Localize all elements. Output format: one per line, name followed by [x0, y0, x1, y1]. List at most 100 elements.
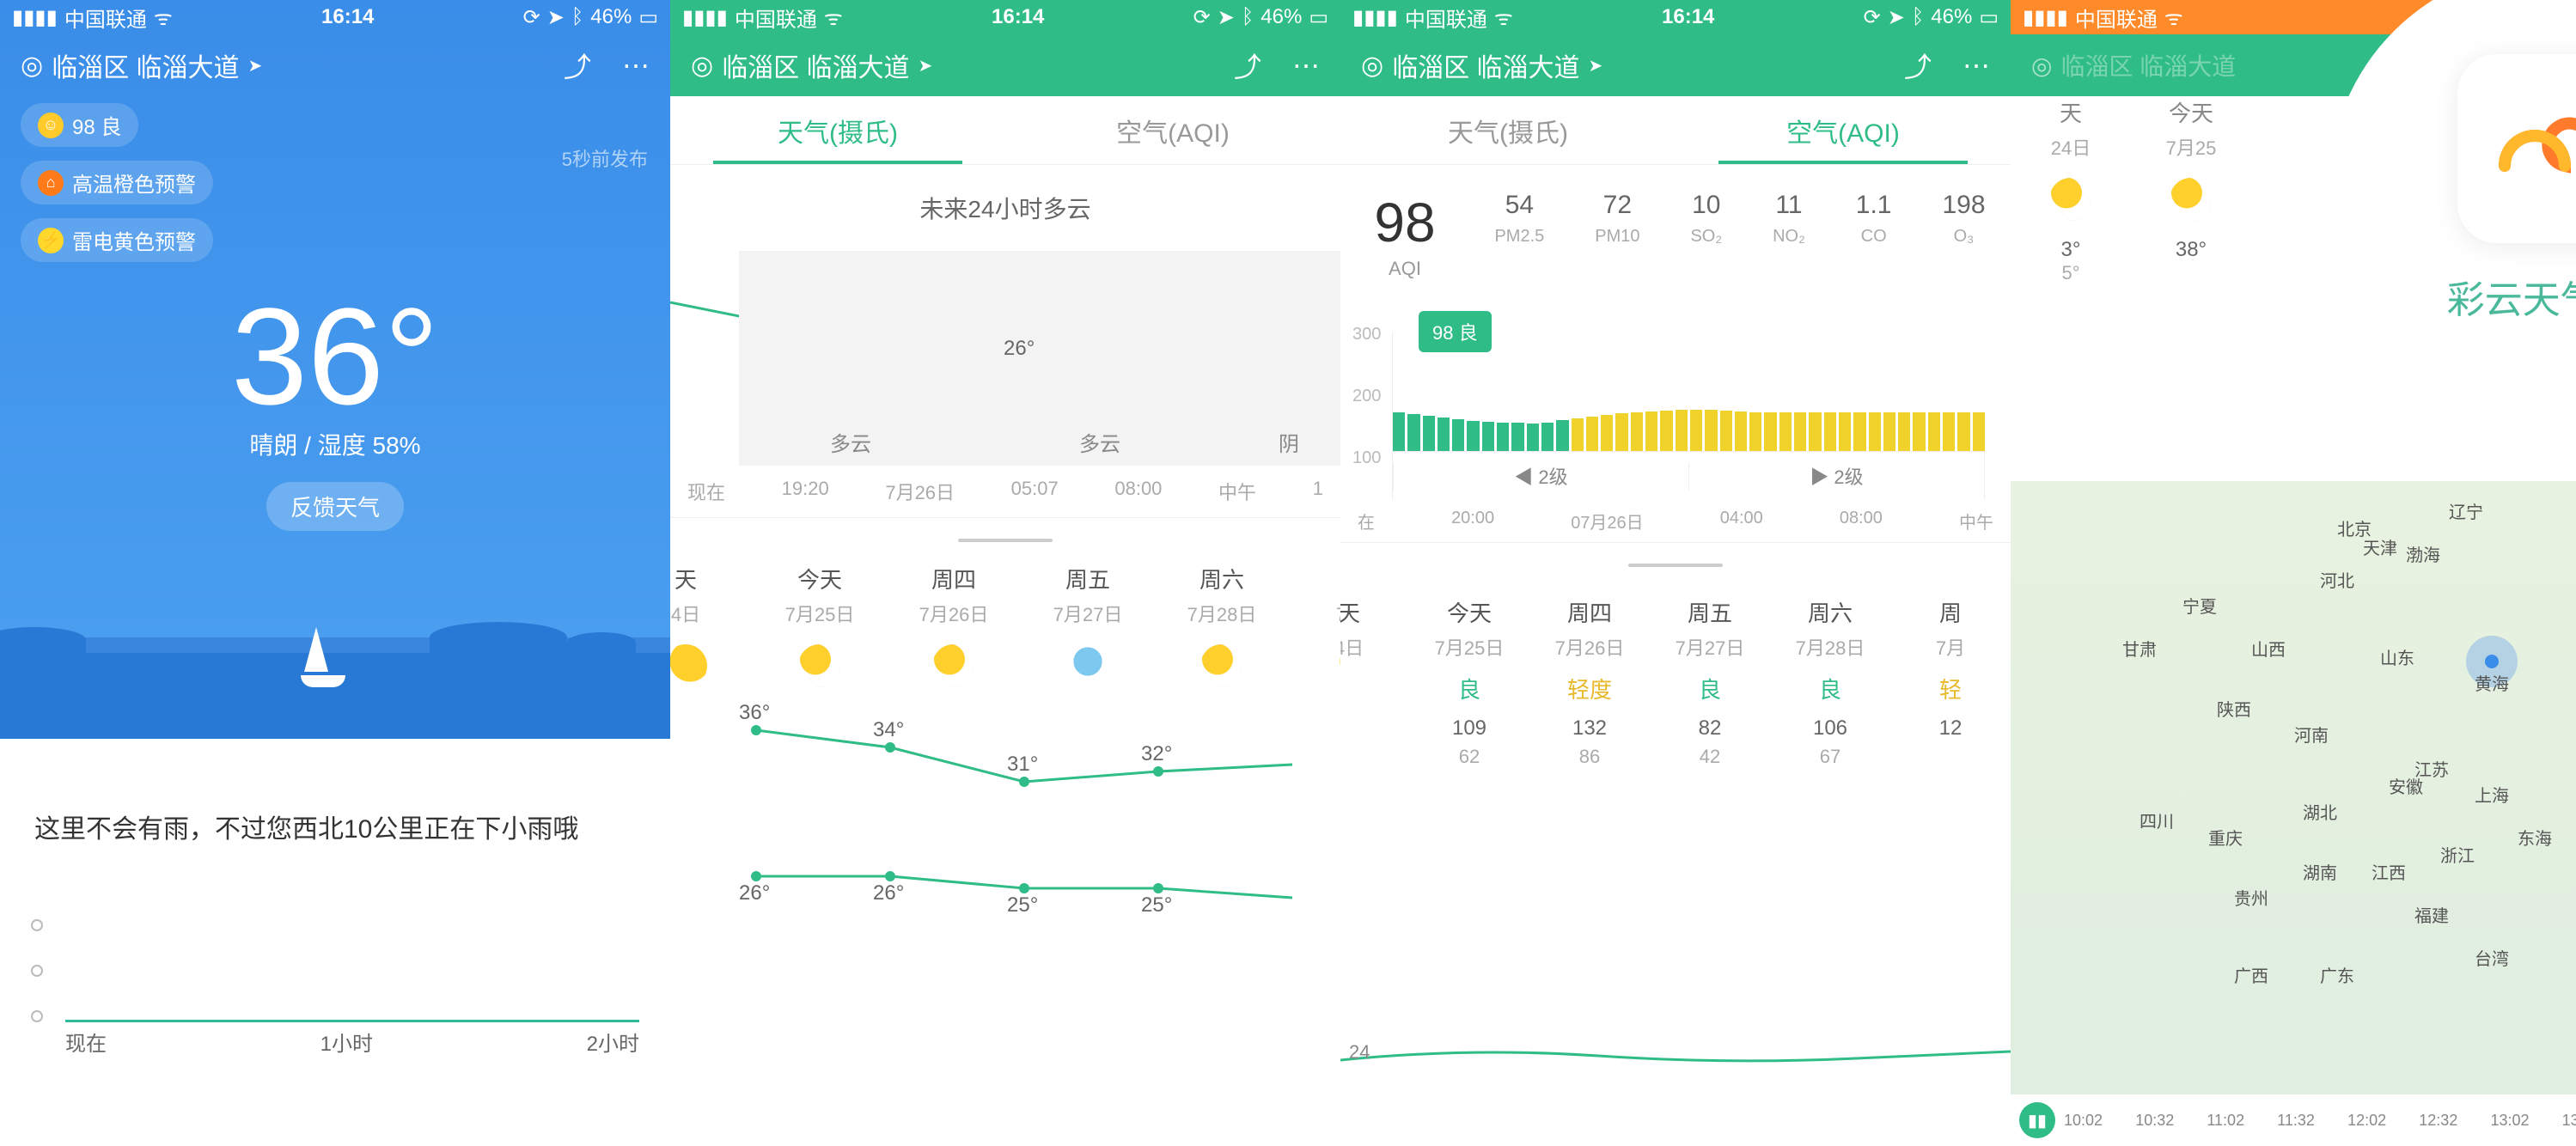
aqi-day-column[interactable]: 周六7月28日良10667: [1770, 588, 1890, 777]
location-selector[interactable]: ◎临淄区 临淄大道➤: [691, 46, 932, 84]
map-city-label: 宁夏: [2182, 593, 2217, 618]
tab-air[interactable]: 空气(AQI): [1005, 96, 1340, 164]
share-icon[interactable]: ⤴: [1234, 46, 1261, 85]
location-selector[interactable]: ◎临淄区 临淄大道➤: [1361, 46, 1602, 84]
aqi-metric: 1.1CO: [1856, 191, 1892, 247]
play-button[interactable]: ▮▮: [2019, 1102, 2055, 1138]
weather-icon: [798, 644, 841, 687]
radar-map[interactable]: 北京天津渤海河北辽宁山东黄海山西河南江苏上海安徽湖北浙江东海重庆湖南江西贵州福建…: [2011, 481, 2576, 1094]
aqi-bars[interactable]: 98 良: [1392, 332, 1985, 452]
wind-row: ◀ 2级▶ 2级: [1392, 452, 1985, 500]
weather-icon: [932, 644, 975, 687]
aqi-curve: 24: [1340, 1017, 2011, 1077]
map-city-label: 天津: [2363, 534, 2397, 559]
day-column[interactable]: 周五7月27日: [1021, 563, 1155, 704]
drag-indicator[interactable]: [1628, 564, 1723, 567]
bluetooth-icon: ᛒ: [571, 5, 583, 29]
aqi-summary: 98AQI 54PM2.572PM1010SO₂11NO₂1.1CO198O₃: [1340, 165, 2011, 297]
aqi-day-column[interactable]: 周7月轻12: [1890, 588, 2011, 777]
aqi-day-column[interactable]: 周五7月27日良8242: [1650, 588, 1770, 777]
map-city-label: 陕西: [2217, 696, 2251, 721]
bolt-icon: ⚡: [38, 228, 64, 253]
day-column[interactable]: 周7月2: [1289, 563, 1340, 704]
svg-text:24: 24: [1349, 1041, 1370, 1063]
weather-icon: [1334, 644, 1340, 687]
weather-icon: [2049, 178, 2092, 221]
weather-icon: [1200, 644, 1243, 687]
daily-strip[interactable]: 天24日3°5°今天7月2538°: [2011, 96, 2251, 284]
hilo-chart: 36°26°34°26°31°25°32°25°: [670, 704, 1340, 928]
location-icon: ➤: [547, 5, 565, 30]
aqi-current-badge: 98 良: [1419, 311, 1492, 352]
day-column[interactable]: 周六7月28日: [1155, 563, 1289, 704]
aqi-badge[interactable]: ☺98 良: [21, 103, 138, 147]
carrier: 中国联通: [64, 3, 147, 33]
status-bar: ▮▮▮▮中国联通ᯤ 16:14 ⟳➤ᛒ46%▭: [0, 0, 670, 34]
map-city-label: 东海: [2518, 825, 2552, 850]
heat-warning[interactable]: ⌂高温橙色预警: [21, 161, 213, 204]
arrow-icon: ➤: [248, 55, 263, 76]
weather-icon: [1066, 644, 1109, 687]
compass-icon: ⟳: [523, 5, 540, 30]
weather-icon: [670, 644, 707, 687]
feedback-button[interactable]: 反馈天气: [266, 482, 404, 531]
tab-weather[interactable]: 天气(摄氏): [1340, 96, 1676, 164]
map-city-label: 上海: [2475, 782, 2509, 807]
pin-icon: ◎: [691, 51, 713, 81]
aqi-metric: 11NO₂: [1773, 191, 1805, 247]
map-city-label: 辽宁: [2449, 498, 2483, 523]
day-column[interactable]: 周四7月26日: [887, 563, 1021, 704]
more-icon[interactable]: ⋯: [1292, 49, 1320, 82]
condition-text: 晴朗 / 湿度 58%: [0, 427, 670, 461]
hourly-chart[interactable]: 多云 多云 阴 26°: [670, 251, 1340, 466]
publish-time: 5秒前发布: [562, 144, 648, 172]
map-city-label: 广东: [2320, 962, 2354, 987]
aqi-day-column[interactable]: 天4日: [1340, 588, 1409, 777]
more-icon[interactable]: ⋯: [1963, 49, 1990, 82]
scene-illustration: [0, 601, 670, 739]
share-icon[interactable]: ⤴: [564, 46, 591, 85]
map-city-label: 山西: [2251, 636, 2286, 661]
tab-air[interactable]: 空气(AQI): [1676, 96, 2011, 164]
map-city-label: 湖北: [2303, 799, 2337, 824]
day-column[interactable]: 今天7月2538°: [2131, 96, 2251, 284]
smiley-icon: ☺: [38, 113, 64, 138]
share-icon[interactable]: ⤴: [1904, 46, 1932, 85]
signal-icon: ▮▮▮▮: [682, 5, 728, 30]
app-name: 彩云天气Pro: [2447, 269, 2576, 324]
map-city-label: 河南: [2294, 722, 2329, 747]
map-city-label: 重庆: [2208, 825, 2243, 850]
aqi-daily[interactable]: 天4日今天7月25日良10962周四7月26日轻度13286周五7月27日良82…: [1340, 588, 2011, 777]
map-city-label: 四川: [2140, 808, 2174, 832]
day-column[interactable]: 今天7月25日: [753, 563, 887, 704]
map-city-label: 甘肃: [2122, 636, 2157, 661]
app-icon: [2457, 54, 2576, 243]
aqi-metric: 198O₃: [1942, 191, 1985, 247]
location-selector[interactable]: ◎临淄区 临淄大道➤: [21, 46, 262, 84]
tab-weather[interactable]: 天气(摄氏): [670, 96, 1005, 164]
more-icon[interactable]: ⋯: [622, 49, 650, 82]
home-icon: ⌂: [38, 170, 64, 196]
pin-icon: ◎: [21, 51, 43, 81]
aqi-metric: 72PM10: [1595, 191, 1639, 247]
drag-indicator[interactable]: [958, 539, 1053, 542]
day-column[interactable]: 天24日3°5°: [2011, 96, 2131, 284]
aqi-value: 98: [1340, 191, 1469, 254]
signal-icon: ▮▮▮▮: [12, 5, 58, 30]
thunder-warning[interactable]: ⚡雷电黄色预警: [21, 218, 213, 262]
map-city-label: 山东: [2380, 644, 2414, 669]
map-city-label: 渤海: [2406, 541, 2440, 566]
aqi-day-column[interactable]: 周四7月26日轻度13286: [1529, 588, 1650, 777]
aqi-day-column[interactable]: 今天7月25日良10962: [1409, 588, 1529, 777]
status-bar: ▮▮▮▮中国联通ᯤ 16:14 ⟳➤ᛒ46%▭: [670, 0, 1340, 34]
timeline[interactable]: ▮▮ 10:0210:3211:0211:3212:0212:3213:0213…: [2011, 1094, 2576, 1146]
map-city-label: 黄海: [2475, 670, 2509, 695]
current-temp: 36°: [0, 277, 670, 436]
rain-tip: 这里不会有雨，不过您西北10公里正在下小雨哦: [0, 808, 670, 845]
map-city-label: 台湾: [2475, 945, 2509, 970]
map-city-label: 广西: [2234, 962, 2268, 987]
day-column[interactable]: 天4日: [670, 563, 753, 704]
precip-chart: 现在1小时2小时: [31, 919, 639, 1057]
daily-forecast[interactable]: 天4日今天7月25日周四7月26日周五7月27日周六7月28日周7月2: [670, 563, 1340, 704]
battery-icon: ▭: [638, 5, 658, 30]
